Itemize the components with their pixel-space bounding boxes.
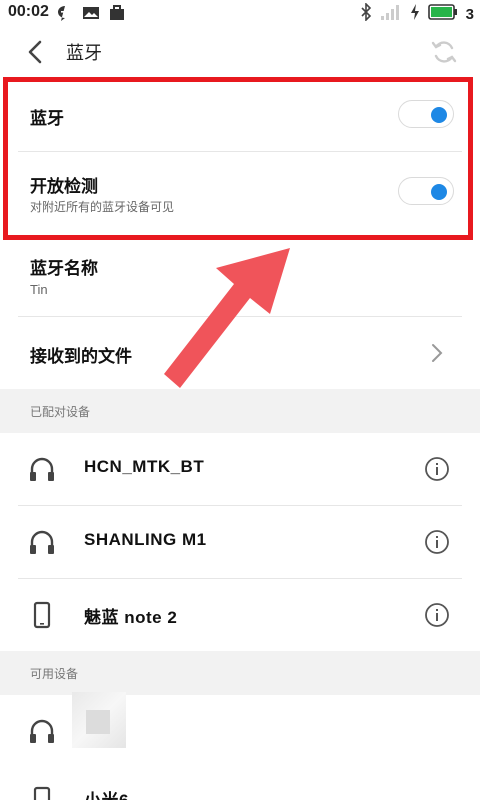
briefcase-icon <box>108 4 126 27</box>
signal-icon <box>380 3 402 26</box>
headphones-icon <box>30 457 54 481</box>
device-name: 魅蓝 note 2 <box>84 608 178 627</box>
status-notification-icons <box>56 4 126 27</box>
status-time: 00:02 <box>8 3 49 20</box>
paired-device-row[interactable]: SHANLING M1 <box>0 506 480 578</box>
mail-icon <box>82 4 100 27</box>
available-section-label: 可用设备 <box>30 667 79 681</box>
bluetooth-setting-row[interactable]: 蓝牙 <box>0 78 480 152</box>
device-name-label: 蓝牙名称 <box>30 259 98 278</box>
bluetooth-icon <box>360 2 372 26</box>
refresh-button[interactable] <box>430 38 458 66</box>
available-section-header: 可用设备 <box>0 651 480 695</box>
discoverable-sublabel: 对附近所有的蓝牙设备可见 <box>30 200 175 214</box>
device-name: SHANLING M1 <box>84 530 207 549</box>
paired-device-row[interactable]: 魅蓝 note 2 <box>0 579 480 651</box>
toggle-knob <box>431 184 447 200</box>
info-icon[interactable] <box>424 529 450 555</box>
phone-icon <box>33 601 51 629</box>
back-icon <box>28 40 42 64</box>
paired-device-row[interactable]: HCN_MTK_BT <box>0 433 480 505</box>
headphones-icon <box>30 719 54 743</box>
received-files-label: 接收到的文件 <box>30 347 132 366</box>
status-bar: 00:02 3 <box>0 0 480 26</box>
discoverable-setting-row[interactable]: 开放检测 对附近所有的蓝牙设备可见 <box>0 152 480 234</box>
discoverable-toggle[interactable] <box>398 177 454 205</box>
available-device-row[interactable]: 小米6 <box>0 768 480 800</box>
charging-icon <box>410 3 420 26</box>
status-system-icons: 3 <box>360 2 474 26</box>
toggle-knob <box>431 107 447 123</box>
battery-percent: 3 <box>465 6 474 23</box>
chevron-right-icon <box>432 344 443 362</box>
chat-bubble-icon <box>56 4 74 27</box>
battery-icon <box>427 4 458 25</box>
refresh-icon <box>431 41 457 63</box>
device-name: 小米6 <box>84 786 129 800</box>
bluetooth-toggle[interactable] <box>398 100 454 128</box>
device-name-value: Tin <box>30 282 48 297</box>
back-button[interactable] <box>22 38 50 66</box>
blurred-device-name <box>72 692 126 748</box>
info-icon[interactable] <box>424 456 450 482</box>
paired-section-label: 已配对设备 <box>30 405 91 419</box>
page-title: 蓝牙 <box>66 43 102 63</box>
info-icon[interactable] <box>424 602 450 628</box>
annotation-arrow <box>164 248 290 388</box>
device-name: HCN_MTK_BT <box>84 457 205 476</box>
discoverable-label: 开放检测 <box>30 177 98 196</box>
phone-icon <box>33 786 51 800</box>
title-bar: 蓝牙 <box>0 26 480 78</box>
headphones-icon <box>30 530 54 554</box>
bluetooth-label: 蓝牙 <box>30 109 64 128</box>
